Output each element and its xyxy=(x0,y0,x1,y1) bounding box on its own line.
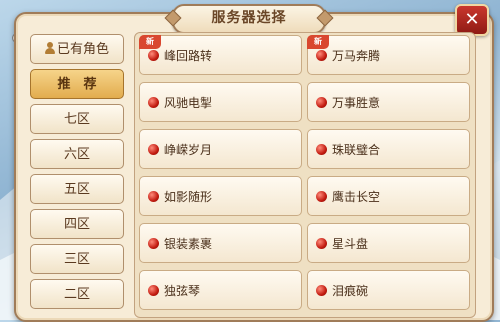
server-name: 泪痕碗 xyxy=(332,284,369,298)
server-item[interactable]: 星斗盘 xyxy=(307,223,470,263)
status-dot-icon xyxy=(148,97,159,108)
tab-label: 二区 xyxy=(63,287,90,302)
new-badge: 新 xyxy=(307,35,329,49)
status-dot-icon xyxy=(316,50,327,61)
server-item[interactable]: 鹰击长空 xyxy=(307,176,470,216)
tab-label: 七区 xyxy=(63,112,90,127)
server-name: 珠联璧合 xyxy=(332,143,381,157)
server-name: 峥嵘岁月 xyxy=(164,143,213,157)
server-item[interactable]: 风驰电掣 xyxy=(139,82,302,122)
tab-existing-characters[interactable]: 已有角色 xyxy=(30,34,124,64)
server-item[interactable]: 银装素裹 xyxy=(139,223,302,263)
server-list[interactable]: 新 峰回路转 新 万马奔腾 风驰电掣 万事胜意 峥嵘岁月 珠联璧合 如影随形 鹰… xyxy=(134,32,476,318)
tab-label: 已有角色 xyxy=(56,42,109,57)
tab-zone-5[interactable]: 五区 xyxy=(30,174,124,204)
tab-label: 四区 xyxy=(63,217,90,232)
status-dot-icon xyxy=(148,50,159,61)
server-item[interactable]: 珠联璧合 xyxy=(307,129,470,169)
close-icon: ✕ xyxy=(464,9,480,30)
server-item[interactable]: 如影随形 xyxy=(139,176,302,216)
status-dot-icon xyxy=(148,191,159,202)
region-sidebar: 已有角色 推 荐 七区 六区 五区 四区 三区 二区 xyxy=(30,34,128,314)
status-dot-icon xyxy=(316,285,327,296)
server-item[interactable]: 峥嵘岁月 xyxy=(139,129,302,169)
server-item[interactable]: 泪痕碗 xyxy=(307,270,470,310)
server-name: 万马奔腾 xyxy=(332,49,381,63)
new-badge: 新 xyxy=(139,35,161,49)
tab-zone-6[interactable]: 六区 xyxy=(30,139,124,169)
tab-recommended[interactable]: 推 荐 xyxy=(30,69,124,99)
tab-zone-3[interactable]: 三区 xyxy=(30,244,124,274)
server-name: 独弦琴 xyxy=(164,284,201,298)
status-dot-icon xyxy=(148,238,159,249)
tab-label: 六区 xyxy=(63,147,90,162)
server-name: 星斗盘 xyxy=(332,237,369,251)
tab-label: 三区 xyxy=(63,252,90,267)
status-dot-icon xyxy=(316,191,327,202)
server-item[interactable]: 新 万马奔腾 xyxy=(307,35,470,75)
tab-label: 五区 xyxy=(63,182,90,197)
tab-label: 推 荐 xyxy=(57,77,97,92)
status-dot-icon xyxy=(316,144,327,155)
dialog-title: 服务器选择 xyxy=(172,4,326,34)
server-item[interactable]: 新 峰回路转 xyxy=(139,35,302,75)
status-dot-icon xyxy=(148,285,159,296)
tab-zone-2[interactable]: 二区 xyxy=(30,279,124,309)
server-item[interactable]: 万事胜意 xyxy=(307,82,470,122)
server-name: 万事胜意 xyxy=(332,96,381,110)
tab-zone-4[interactable]: 四区 xyxy=(30,209,124,239)
tab-zone-7[interactable]: 七区 xyxy=(30,104,124,134)
person-icon xyxy=(44,42,55,54)
server-name: 峰回路转 xyxy=(164,49,213,63)
server-name: 银装素裹 xyxy=(164,237,213,251)
server-name: 如影随形 xyxy=(164,190,213,204)
server-name: 风驰电掣 xyxy=(164,96,213,110)
status-dot-icon xyxy=(148,144,159,155)
server-name: 鹰击长空 xyxy=(332,190,381,204)
status-dot-icon xyxy=(316,97,327,108)
status-dot-icon xyxy=(316,238,327,249)
server-item[interactable]: 独弦琴 xyxy=(139,270,302,310)
